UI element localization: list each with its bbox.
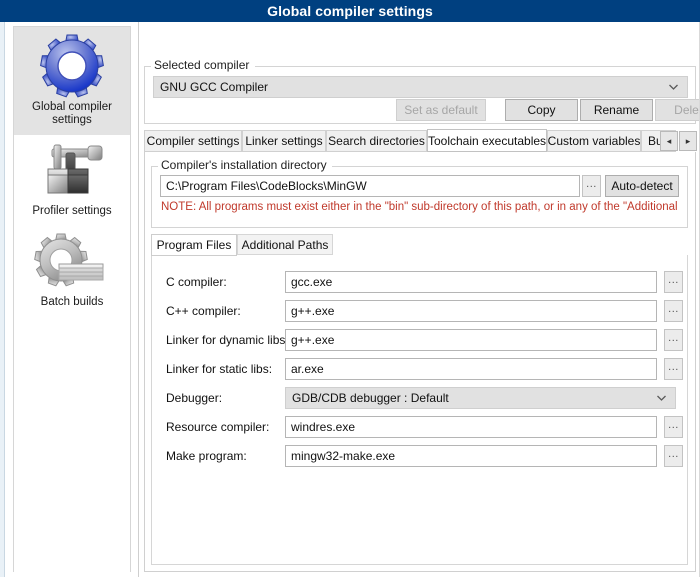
inner-tab-additional-paths[interactable]: Additional Paths bbox=[237, 234, 333, 255]
copy-button[interactable]: Copy bbox=[505, 99, 578, 121]
installation-directory-group-title: Compiler's installation directory bbox=[159, 158, 331, 172]
selected-compiler-group-title: Selected compiler bbox=[152, 58, 254, 72]
installation-path-value: C:\Program Files\CodeBlocks\MinGW bbox=[166, 179, 367, 193]
chevron-right-icon: ▸ bbox=[685, 135, 691, 146]
chevron-down-icon bbox=[668, 82, 679, 93]
c-compiler-value: gcc.exe bbox=[291, 275, 333, 289]
browse-cpp-compiler-button[interactable]: ... bbox=[664, 300, 683, 322]
linker-static-label: Linker for static libs: bbox=[166, 362, 273, 376]
group-border-right bbox=[255, 66, 695, 67]
linker-dynamic-label: Linker for dynamic libs: bbox=[166, 333, 289, 347]
tab-search-directories[interactable]: Search directories bbox=[326, 130, 427, 152]
make-program-input[interactable]: mingw32-make.exe bbox=[285, 445, 657, 467]
linker-dynamic-input[interactable]: g++.exe bbox=[285, 329, 657, 351]
tab-scroll-right-button[interactable]: ▸ bbox=[679, 131, 697, 151]
linker-static-input[interactable]: ar.exe bbox=[285, 358, 657, 380]
cpp-compiler-label: C++ compiler: bbox=[166, 304, 241, 318]
tab-compiler-settings[interactable]: Compiler settings bbox=[144, 130, 242, 152]
browse-resource-compiler-button[interactable]: ... bbox=[664, 416, 683, 438]
browse-linker-dynamic-button[interactable]: ... bbox=[664, 329, 683, 351]
field-row-resource-compiler: Resource compiler: windres.exe ... bbox=[152, 416, 689, 442]
field-row-cpp-compiler: C++ compiler: g++.exe ... bbox=[152, 300, 689, 326]
sidebar-item-profiler-settings[interactable]: Profiler settings bbox=[14, 135, 130, 226]
main-tabstrip: Compiler settings Linker settings Search… bbox=[144, 129, 697, 152]
resource-compiler-label: Resource compiler: bbox=[166, 420, 270, 434]
compiler-select[interactable]: GNU GCC Compiler bbox=[153, 76, 688, 98]
field-row-linker-static: Linker for static libs: ar.exe ... bbox=[152, 358, 689, 384]
debugger-label: Debugger: bbox=[166, 391, 223, 405]
gear-blue-icon bbox=[14, 33, 130, 99]
installation-path-input[interactable]: C:\Program Files\CodeBlocks\MinGW bbox=[160, 175, 580, 197]
sidebar-item-global-compiler-settings[interactable]: Global compiler settings bbox=[14, 27, 130, 135]
auto-detect-button[interactable]: Auto-detect bbox=[605, 175, 679, 197]
global-compiler-settings-dialog: Global compiler settings Global compiler… bbox=[0, 0, 700, 577]
debugger-select[interactable]: GDB/CDB debugger : Default bbox=[285, 387, 676, 409]
window-titlebar: Global compiler settings bbox=[0, 0, 700, 23]
sidebar-item-batch-builds[interactable]: Batch builds bbox=[14, 226, 130, 317]
content-panel: Selected compiler GNU GCC Compiler Set a… bbox=[140, 22, 700, 577]
window-title: Global compiler settings bbox=[267, 3, 433, 19]
tab-custom-variables[interactable]: Custom variables bbox=[547, 130, 641, 152]
make-program-label: Make program: bbox=[166, 449, 247, 463]
delete-button[interactable]: Delete bbox=[655, 99, 700, 121]
sidebar: Global compiler settings Profiler settin… bbox=[5, 22, 139, 577]
chevron-left-icon: ◂ bbox=[666, 135, 672, 146]
browse-make-program-button[interactable]: ... bbox=[664, 445, 683, 467]
linker-dynamic-value: g++.exe bbox=[291, 333, 335, 347]
browse-c-compiler-button[interactable]: ... bbox=[664, 271, 683, 293]
program-files-page: C compiler: gcc.exe ... C++ compiler: g+… bbox=[151, 255, 688, 565]
c-compiler-label: C compiler: bbox=[166, 275, 227, 289]
group-border-right bbox=[332, 166, 687, 167]
sidebar-item-label: Profiler settings bbox=[32, 205, 112, 217]
debugger-value: GDB/CDB debugger : Default bbox=[292, 391, 449, 405]
make-program-value: mingw32-make.exe bbox=[291, 449, 396, 463]
field-row-c-compiler: C compiler: gcc.exe ... bbox=[152, 271, 689, 297]
caliper-cube-icon bbox=[14, 141, 130, 203]
browse-installation-path-button[interactable]: ... bbox=[582, 175, 601, 197]
field-row-debugger: Debugger: GDB/CDB debugger : Default bbox=[152, 387, 689, 413]
field-row-make-program: Make program: mingw32-make.exe ... bbox=[152, 445, 689, 471]
gear-stack-icon bbox=[14, 232, 130, 294]
inner-tab-program-files[interactable]: Program Files bbox=[151, 234, 237, 256]
program-files-tabstrip: Program Files Additional Paths bbox=[151, 234, 688, 256]
chevron-down-icon bbox=[656, 393, 667, 404]
set-as-default-button[interactable]: Set as default bbox=[396, 99, 486, 121]
cpp-compiler-value: g++.exe bbox=[291, 304, 335, 318]
sidebar-item-label: Batch builds bbox=[40, 296, 104, 308]
dialog-body: Global compiler settings Profiler settin… bbox=[0, 22, 700, 577]
compiler-select-value: GNU GCC Compiler bbox=[160, 80, 269, 94]
field-row-linker-dynamic: Linker for dynamic libs: g++.exe ... bbox=[152, 329, 689, 355]
toolchain-executables-page: Compiler's installation directory C:\Pro… bbox=[144, 152, 696, 572]
cpp-compiler-input[interactable]: g++.exe bbox=[285, 300, 657, 322]
browse-linker-static-button[interactable]: ... bbox=[664, 358, 683, 380]
group-border-left bbox=[145, 66, 151, 67]
linker-static-value: ar.exe bbox=[291, 362, 324, 376]
tab-scroll-left-button[interactable]: ◂ bbox=[660, 131, 678, 151]
sidebar-item-label: Global compiler settings bbox=[32, 101, 112, 126]
installation-directory-group: Compiler's installation directory C:\Pro… bbox=[151, 158, 688, 228]
c-compiler-input[interactable]: gcc.exe bbox=[285, 271, 657, 293]
rename-button[interactable]: Rename bbox=[580, 99, 653, 121]
tab-linker-settings[interactable]: Linker settings bbox=[242, 130, 326, 152]
resource-compiler-value: windres.exe bbox=[291, 420, 356, 434]
group-border-left bbox=[152, 166, 158, 167]
resource-compiler-input[interactable]: windres.exe bbox=[285, 416, 657, 438]
installation-path-note: NOTE: All programs must exist either in … bbox=[161, 201, 678, 213]
tab-toolchain-executables[interactable]: Toolchain executables bbox=[427, 129, 547, 152]
sidebar-panel: Global compiler settings Profiler settin… bbox=[13, 26, 131, 572]
